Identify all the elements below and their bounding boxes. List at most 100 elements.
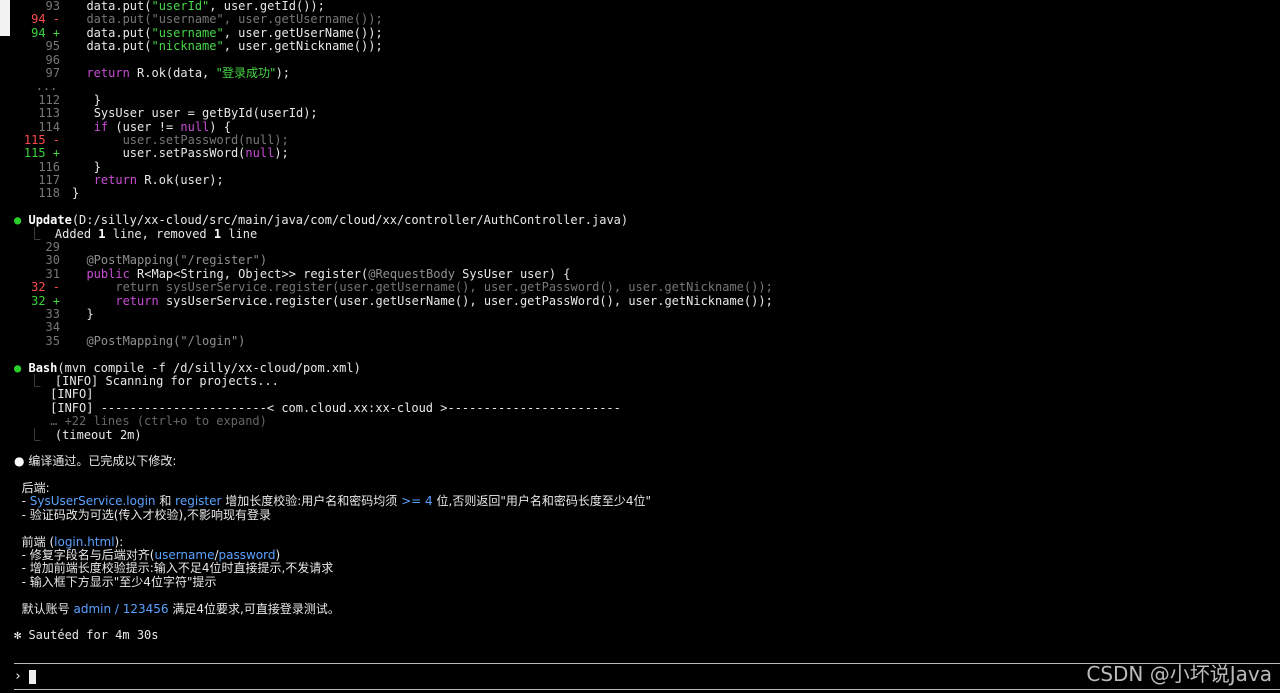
line-number: 35 (45, 333, 60, 348)
line-number: 32 - (31, 280, 60, 295)
code: , user.getUserName()); (223, 25, 383, 40)
diff-line: 112 } (14, 93, 1280, 107)
text: ) (275, 548, 281, 563)
code-keyword: return (86, 65, 130, 80)
code: sysUserService.register(user.getUserName… (158, 293, 773, 308)
diff-line-removed: 94 - data.put("username", user.getUserna… (14, 12, 1280, 27)
code-ref: login.html (54, 534, 115, 549)
tool-result-summary: ⎿ Added 1 line, removed 1 line (14, 226, 1280, 241)
code-string: "username" (151, 25, 224, 40)
diff-line: 35 @PostMapping("/login") (14, 333, 1280, 348)
line-number: 30 (45, 253, 60, 268)
code-string: "userId" (151, 0, 210, 13)
tool-call-bash: ● Bash(mvn compile -f /d/silly/xx-cloud/… (14, 360, 1280, 375)
text: - 验证码改为可选(传入才校验),不影响现有登录 (21, 507, 271, 522)
status-dot-icon: ● (14, 213, 22, 228)
code: data.put( (86, 25, 152, 40)
summary-text: line, removed (105, 226, 214, 241)
code-ref: password (218, 548, 276, 563)
line-number: 97 (45, 65, 60, 80)
bash-output-line: [INFO] (14, 388, 1280, 401)
text: 增加长度校验:用户名和密码均须 (221, 494, 402, 509)
diff-line: 113 SysUser user = getById(userId); (14, 106, 1280, 120)
diff-line: 97 return R.ok(data, "登录成功"); (14, 65, 1280, 80)
code: data.put("username", user.getUsername())… (86, 12, 383, 27)
diff-line: 29 (14, 240, 1280, 255)
watermark: CSDN @小坏说Java (1086, 662, 1272, 686)
diff-line: 116 } (14, 159, 1280, 174)
text: 和 (155, 494, 176, 509)
tool-args: (D:/silly/xx-cloud/src/main/java/com/clo… (71, 213, 629, 228)
line-number: 31 (45, 266, 60, 281)
heading-text: 后端: (21, 481, 50, 496)
diff-line: 33 } (14, 306, 1280, 321)
heading-text: 前端 ( (21, 534, 55, 549)
timeout-text: (timeout 2m) (54, 427, 142, 442)
line-number: 34 (45, 320, 60, 335)
status-line: ✻ Sautéed for 4m 30s (14, 629, 1280, 642)
terminal-output: 93 data.put("userId", user.getId()); 94 … (14, 0, 1280, 653)
code-ref: >= 4 (401, 494, 433, 509)
prompt-input[interactable]: › (14, 668, 36, 686)
tree-branch-icon: ⎿ (28, 427, 41, 442)
summary-text: Added (54, 226, 99, 241)
line-number: 33 (45, 306, 60, 321)
code: data.put( (86, 0, 152, 13)
code-keyword: null (245, 146, 275, 161)
account-note: 默认账号 admin / 123456 满足4位要求,可直接登录测试。 (14, 602, 1280, 616)
input-border-bottom (14, 689, 1280, 690)
diff-ellipsis: ... (14, 80, 1280, 93)
list-item: - SysUserService.login 和 register 增加长度校验… (14, 495, 1280, 508)
diff-line-added: 94 + data.put("username", user.getUserNa… (14, 25, 1280, 40)
diff-line: 31 public R<Map<String, Object>> registe… (14, 266, 1280, 281)
text: - 输入框下方显示"至少4位字符"提示 (21, 574, 217, 589)
diff-line: 30 @PostMapping("/register") (14, 253, 1280, 268)
expand-hint[interactable]: … +22 lines (ctrl+o to expand) (14, 414, 1280, 428)
ellipsis-text: ... (35, 79, 58, 94)
text: - (21, 494, 30, 509)
list-item: - 输入框下方显示"至少4位字符"提示 (14, 574, 1280, 589)
message-dot-icon: ● (14, 454, 25, 469)
code: (user != (108, 119, 181, 134)
diff-line-added: 32 + return sysUserService.register(user… (14, 293, 1280, 308)
code: } (93, 159, 101, 174)
diff-line: 117 return R.ok(user); (14, 173, 1280, 187)
code-keyword: null (180, 119, 210, 134)
output-text: [INFO] (50, 387, 94, 402)
code-ref: SysUserService.login (29, 494, 156, 509)
code-string: "登录成功" (216, 65, 276, 80)
expand-hint-text[interactable]: … +22 lines (ctrl+o to expand) (50, 414, 267, 428)
code-keyword: return (115, 293, 159, 308)
code-ref: username (154, 548, 215, 563)
bash-timeout: ⎿ (timeout 2m) (14, 427, 1280, 442)
line-number: 95 (45, 39, 60, 54)
tool-args: (mvn compile -f /d/silly/xx-cloud/pom.xm… (57, 360, 361, 375)
code-string: "nickname" (151, 39, 224, 54)
diff-line-added: 115 + user.setPassWord(null); (14, 146, 1280, 161)
tool-call-update: ● Update(D:/silly/xx-cloud/src/main/java… (14, 214, 1280, 227)
bash-output-line: [INFO] -----------------------< com.clou… (14, 401, 1280, 415)
code: ) { (209, 119, 231, 134)
code: user.setPassword(null); (122, 132, 289, 147)
result-intro: ● 编译通过。已完成以下修改: (14, 455, 1280, 468)
diff-line: 95 data.put("nickname", user.getNickname… (14, 39, 1280, 54)
line-number: 115 - (23, 132, 60, 147)
text-cursor[interactable] (28, 670, 36, 684)
status-dot-icon: ● (14, 360, 22, 375)
line-number: 115 + (23, 146, 60, 161)
summary-text: line (221, 226, 258, 241)
code: return sysUserService.register(user.getU… (115, 280, 773, 295)
code-annotation: @PostMapping("/register") (86, 253, 268, 268)
code: SysUser user) { (454, 266, 571, 281)
line-number: 114 (38, 119, 60, 134)
line-number: 96 (45, 52, 60, 67)
line-number: 29 (45, 240, 60, 255)
line-number: 94 + (31, 25, 60, 40)
tree-branch-icon: ⎿ (28, 226, 41, 241)
diff-line: 93 data.put("userId", user.getId()); (14, 0, 1280, 13)
